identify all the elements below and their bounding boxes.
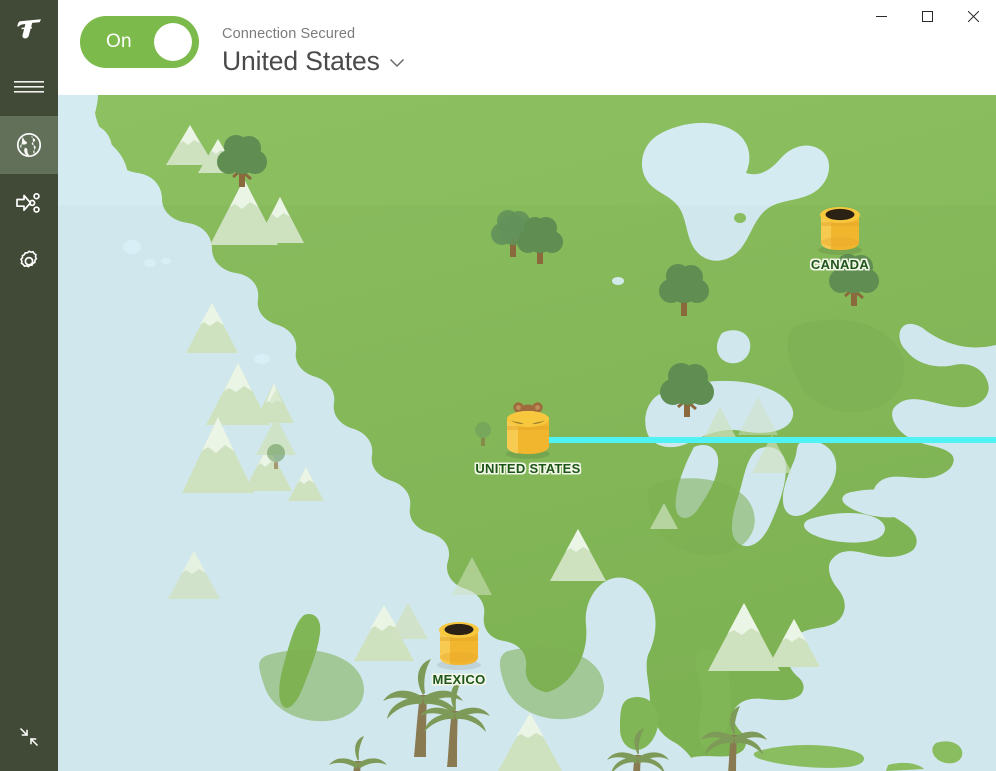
connection-status-label: Connection Secured [222, 26, 356, 42]
tunnel-pot-mexico [399, 615, 519, 671]
sidebar-item-menu[interactable] [0, 58, 58, 116]
collapse-arrows-icon[interactable] [0, 717, 58, 757]
vpn-power-toggle[interactable]: On [80, 16, 199, 68]
vpn-toggle-label: On [106, 31, 132, 52]
world-map[interactable]: Canada [58, 95, 996, 771]
map-marker-united-states[interactable]: United States [468, 402, 588, 476]
maximize-icon[interactable] [904, 0, 950, 32]
chevron-down-icon [389, 55, 405, 73]
window-controls [858, 0, 996, 32]
map-marker-mexico[interactable]: Mexico [399, 615, 519, 687]
map-marker-label: United States [475, 461, 581, 476]
selected-country-label: United States [222, 46, 380, 76]
tunnel-pot-united-states [468, 402, 588, 460]
app-header: On Connection Secured United States [58, 0, 996, 95]
gear-icon [20, 250, 38, 268]
tunnelbear-window: On Connection Secured United States CANA… [0, 0, 996, 771]
map-marker-label: Canada [810, 257, 870, 272]
sidebar [0, 0, 58, 771]
sidebar-item-network[interactable] [0, 174, 58, 232]
globe-icon [16, 132, 42, 158]
minimize-icon[interactable] [858, 0, 904, 32]
vpn-toggle-knob [154, 23, 192, 61]
bear-in-tunnel-icon [506, 402, 550, 459]
tunnel-beam [547, 437, 996, 443]
close-icon[interactable] [950, 0, 996, 32]
map-marker-label: Mexico [432, 672, 486, 687]
sidebar-item-map[interactable] [0, 116, 58, 174]
tunnelbear-t-logo [0, 0, 58, 58]
share-network-icon [16, 192, 40, 213]
tunnel-pot-canada [780, 200, 900, 256]
connection-info: Connection Secured United States [222, 25, 405, 78]
sidebar-item-settings[interactable] [0, 232, 58, 290]
country-selector[interactable]: United States [222, 44, 405, 78]
map-marker-canada[interactable]: Canada [780, 200, 900, 272]
